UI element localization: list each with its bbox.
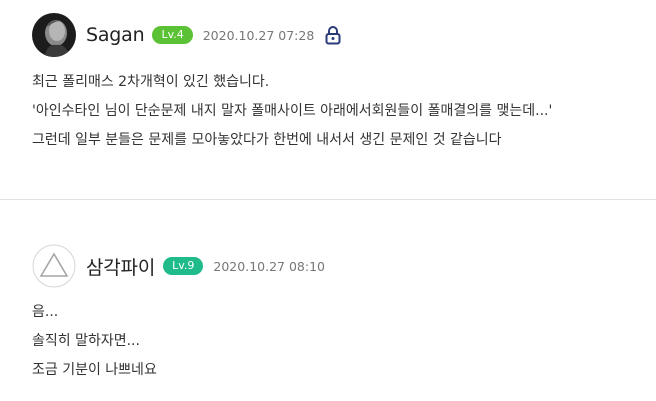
level-badge: Lv.4 xyxy=(152,26,193,44)
comment-header: 삼각파이 Lv.9 2020.10.27 08:10 xyxy=(32,243,335,289)
comment-divider xyxy=(0,199,656,200)
comment-line: 그런데 일부 분들은 문제를 모아놓았다가 한번에 내서서 생긴 문제인 것 같… xyxy=(32,132,502,148)
comment-line: 솔직히 말하자면... xyxy=(32,333,140,349)
level-badge: Lv.9 xyxy=(163,257,204,275)
lock-icon xyxy=(324,25,342,45)
comment-line: '아인수타인 님이 단순문제 내지 말자 폴매사이트 아래에서회원들이 폴매결의… xyxy=(32,103,553,119)
avatar[interactable] xyxy=(32,244,76,288)
comment-line: 최근 폴리매스 2차개혁이 있긴 했습니다. xyxy=(32,74,270,90)
comment-line: 조금 기분이 나쁘네요 xyxy=(32,362,157,378)
comment-line: 음... xyxy=(32,304,59,320)
comment-body: 음... 솔직히 말하자면... 조금 기분이 나쁘네요 xyxy=(32,298,157,385)
nickname[interactable]: 삼각파이 xyxy=(86,253,155,280)
timestamp: 2020.10.27 08:10 xyxy=(213,258,325,274)
timestamp: 2020.10.27 07:28 xyxy=(202,27,315,43)
avatar[interactable] xyxy=(32,13,76,57)
nickname[interactable]: Sagan xyxy=(86,24,145,46)
comment-body: 최근 폴리매스 2차개혁이 있긴 했습니다. '아인수타인 님이 단순문제 내지… xyxy=(32,68,552,155)
comment-header: Sagan Lv.4 2020.10.27 07:28 xyxy=(32,12,342,58)
